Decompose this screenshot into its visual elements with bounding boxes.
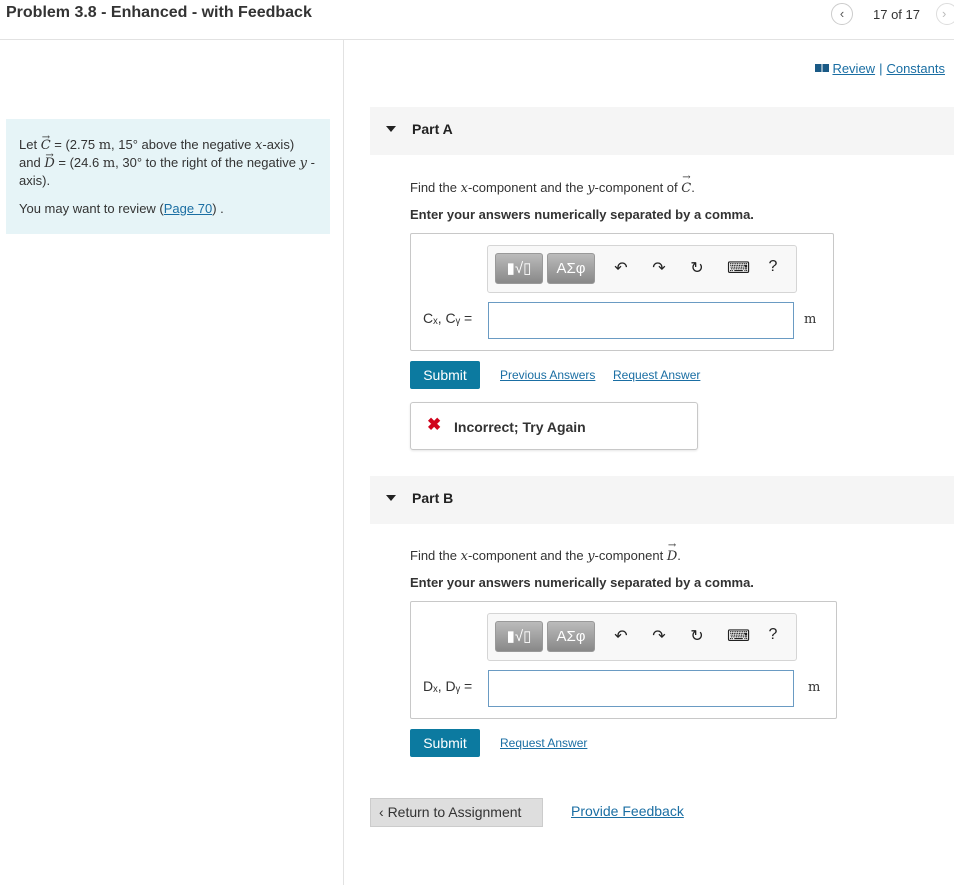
return-to-assignment-button[interactable]: ‹ Return to Assignment bbox=[370, 798, 543, 827]
undo-icon[interactable]: ↶ bbox=[612, 626, 630, 646]
part-b-answer-box: ▮√▯ ΑΣφ ↶ ↷ ↻ ⌨ ? Dₓ, Dᵧ = m bbox=[410, 601, 837, 719]
review-link[interactable]: Review bbox=[832, 61, 875, 76]
cx-cy-input[interactable] bbox=[488, 302, 794, 339]
part-b-instruction: Enter your answers numerically separated… bbox=[410, 575, 754, 590]
feedback-message: Incorrect; Try Again bbox=[454, 419, 586, 435]
dx-dy-input[interactable] bbox=[488, 670, 794, 707]
part-b-request-answer-link[interactable]: Request Answer bbox=[500, 736, 587, 750]
reset-icon[interactable]: ↻ bbox=[688, 626, 706, 646]
part-b-submit-button[interactable]: Submit bbox=[410, 729, 480, 757]
math-toolbar: ▮√▯ ΑΣφ ↶ ↷ ↻ ⌨ ? bbox=[487, 245, 797, 293]
keyboard-icon[interactable]: ⌨ bbox=[727, 258, 750, 278]
greek-symbols-button[interactable]: ΑΣφ bbox=[547, 253, 595, 284]
previous-problem-button[interactable]: ‹ bbox=[831, 3, 853, 25]
greek-symbols-button[interactable]: ΑΣφ bbox=[547, 621, 595, 652]
dx-dy-label: Dₓ, Dᵧ = bbox=[423, 678, 473, 694]
redo-icon[interactable]: ↷ bbox=[650, 626, 668, 646]
next-problem-button[interactable]: › bbox=[936, 3, 954, 25]
part-a-answer-box: ▮√▯ ΑΣφ ↶ ↷ ↻ ⌨ ? Cₓ, Cᵧ = m bbox=[410, 233, 834, 351]
part-a-header[interactable]: Part A bbox=[370, 107, 954, 155]
review-hint: You may want to review (Page 70) . bbox=[19, 201, 224, 216]
part-a-label: Part A bbox=[412, 121, 453, 137]
collapse-triangle-icon bbox=[386, 495, 396, 501]
math-toolbar: ▮√▯ ΑΣφ ↶ ↷ ↻ ⌨ ? bbox=[487, 613, 797, 661]
undo-icon[interactable]: ↶ bbox=[612, 258, 630, 278]
error-x-icon: ✖ bbox=[427, 415, 442, 434]
page-70-link[interactable]: Page 70 bbox=[164, 201, 212, 216]
vector-d-symbol: D bbox=[44, 156, 54, 171]
previous-answers-link[interactable]: Previous Answers bbox=[500, 368, 595, 382]
provide-feedback-link[interactable]: Provide Feedback bbox=[571, 803, 684, 819]
chevron-right-icon: › bbox=[942, 6, 947, 21]
redo-icon[interactable]: ↷ bbox=[650, 258, 668, 278]
constants-link[interactable]: Constants bbox=[886, 61, 945, 76]
problem-statement: Let C = (2.75 m, 15° above the negative … bbox=[6, 119, 330, 234]
unit-label: m bbox=[808, 680, 821, 695]
problem-counter: 17 of 17 bbox=[873, 7, 920, 22]
column-divider bbox=[343, 40, 344, 885]
chevron-left-icon: ‹ bbox=[839, 6, 845, 21]
part-b-header[interactable]: Part B bbox=[370, 476, 954, 524]
top-links: Review | Constants bbox=[815, 61, 945, 76]
unit-label: m bbox=[804, 312, 817, 327]
part-a-submit-button[interactable]: Submit bbox=[410, 361, 480, 389]
part-b-question: Find the x-component and the y-component… bbox=[410, 548, 681, 564]
problem-text: Let C = (2.75 m, 15° above the negative … bbox=[19, 136, 317, 189]
page-title: Problem 3.8 - Enhanced - with Feedback bbox=[6, 4, 312, 21]
header-bar: Problem 3.8 - Enhanced - with Feedback ‹… bbox=[0, 0, 954, 40]
feedback-incorrect: ✖ Incorrect; Try Again bbox=[410, 402, 698, 450]
cx-cy-label: Cₓ, Cᵧ = bbox=[423, 310, 473, 326]
help-icon[interactable]: ? bbox=[764, 626, 782, 644]
templates-button[interactable]: ▮√▯ bbox=[495, 621, 543, 652]
return-label: Return to Assignment bbox=[387, 804, 522, 820]
templates-button[interactable]: ▮√▯ bbox=[495, 253, 543, 284]
collapse-triangle-icon bbox=[386, 126, 396, 132]
part-b-label: Part B bbox=[412, 490, 454, 506]
keyboard-icon[interactable]: ⌨ bbox=[727, 626, 750, 646]
link-separator: | bbox=[879, 61, 883, 76]
part-a-question: Find the x-component and the y-component… bbox=[410, 180, 695, 196]
book-icon bbox=[815, 64, 830, 72]
part-a-instruction: Enter your answers numerically separated… bbox=[410, 207, 754, 222]
help-icon[interactable]: ? bbox=[764, 258, 782, 276]
part-a-request-answer-link[interactable]: Request Answer bbox=[613, 368, 700, 382]
reset-icon[interactable]: ↻ bbox=[688, 258, 706, 278]
chevron-left-icon: ‹ bbox=[379, 804, 384, 820]
